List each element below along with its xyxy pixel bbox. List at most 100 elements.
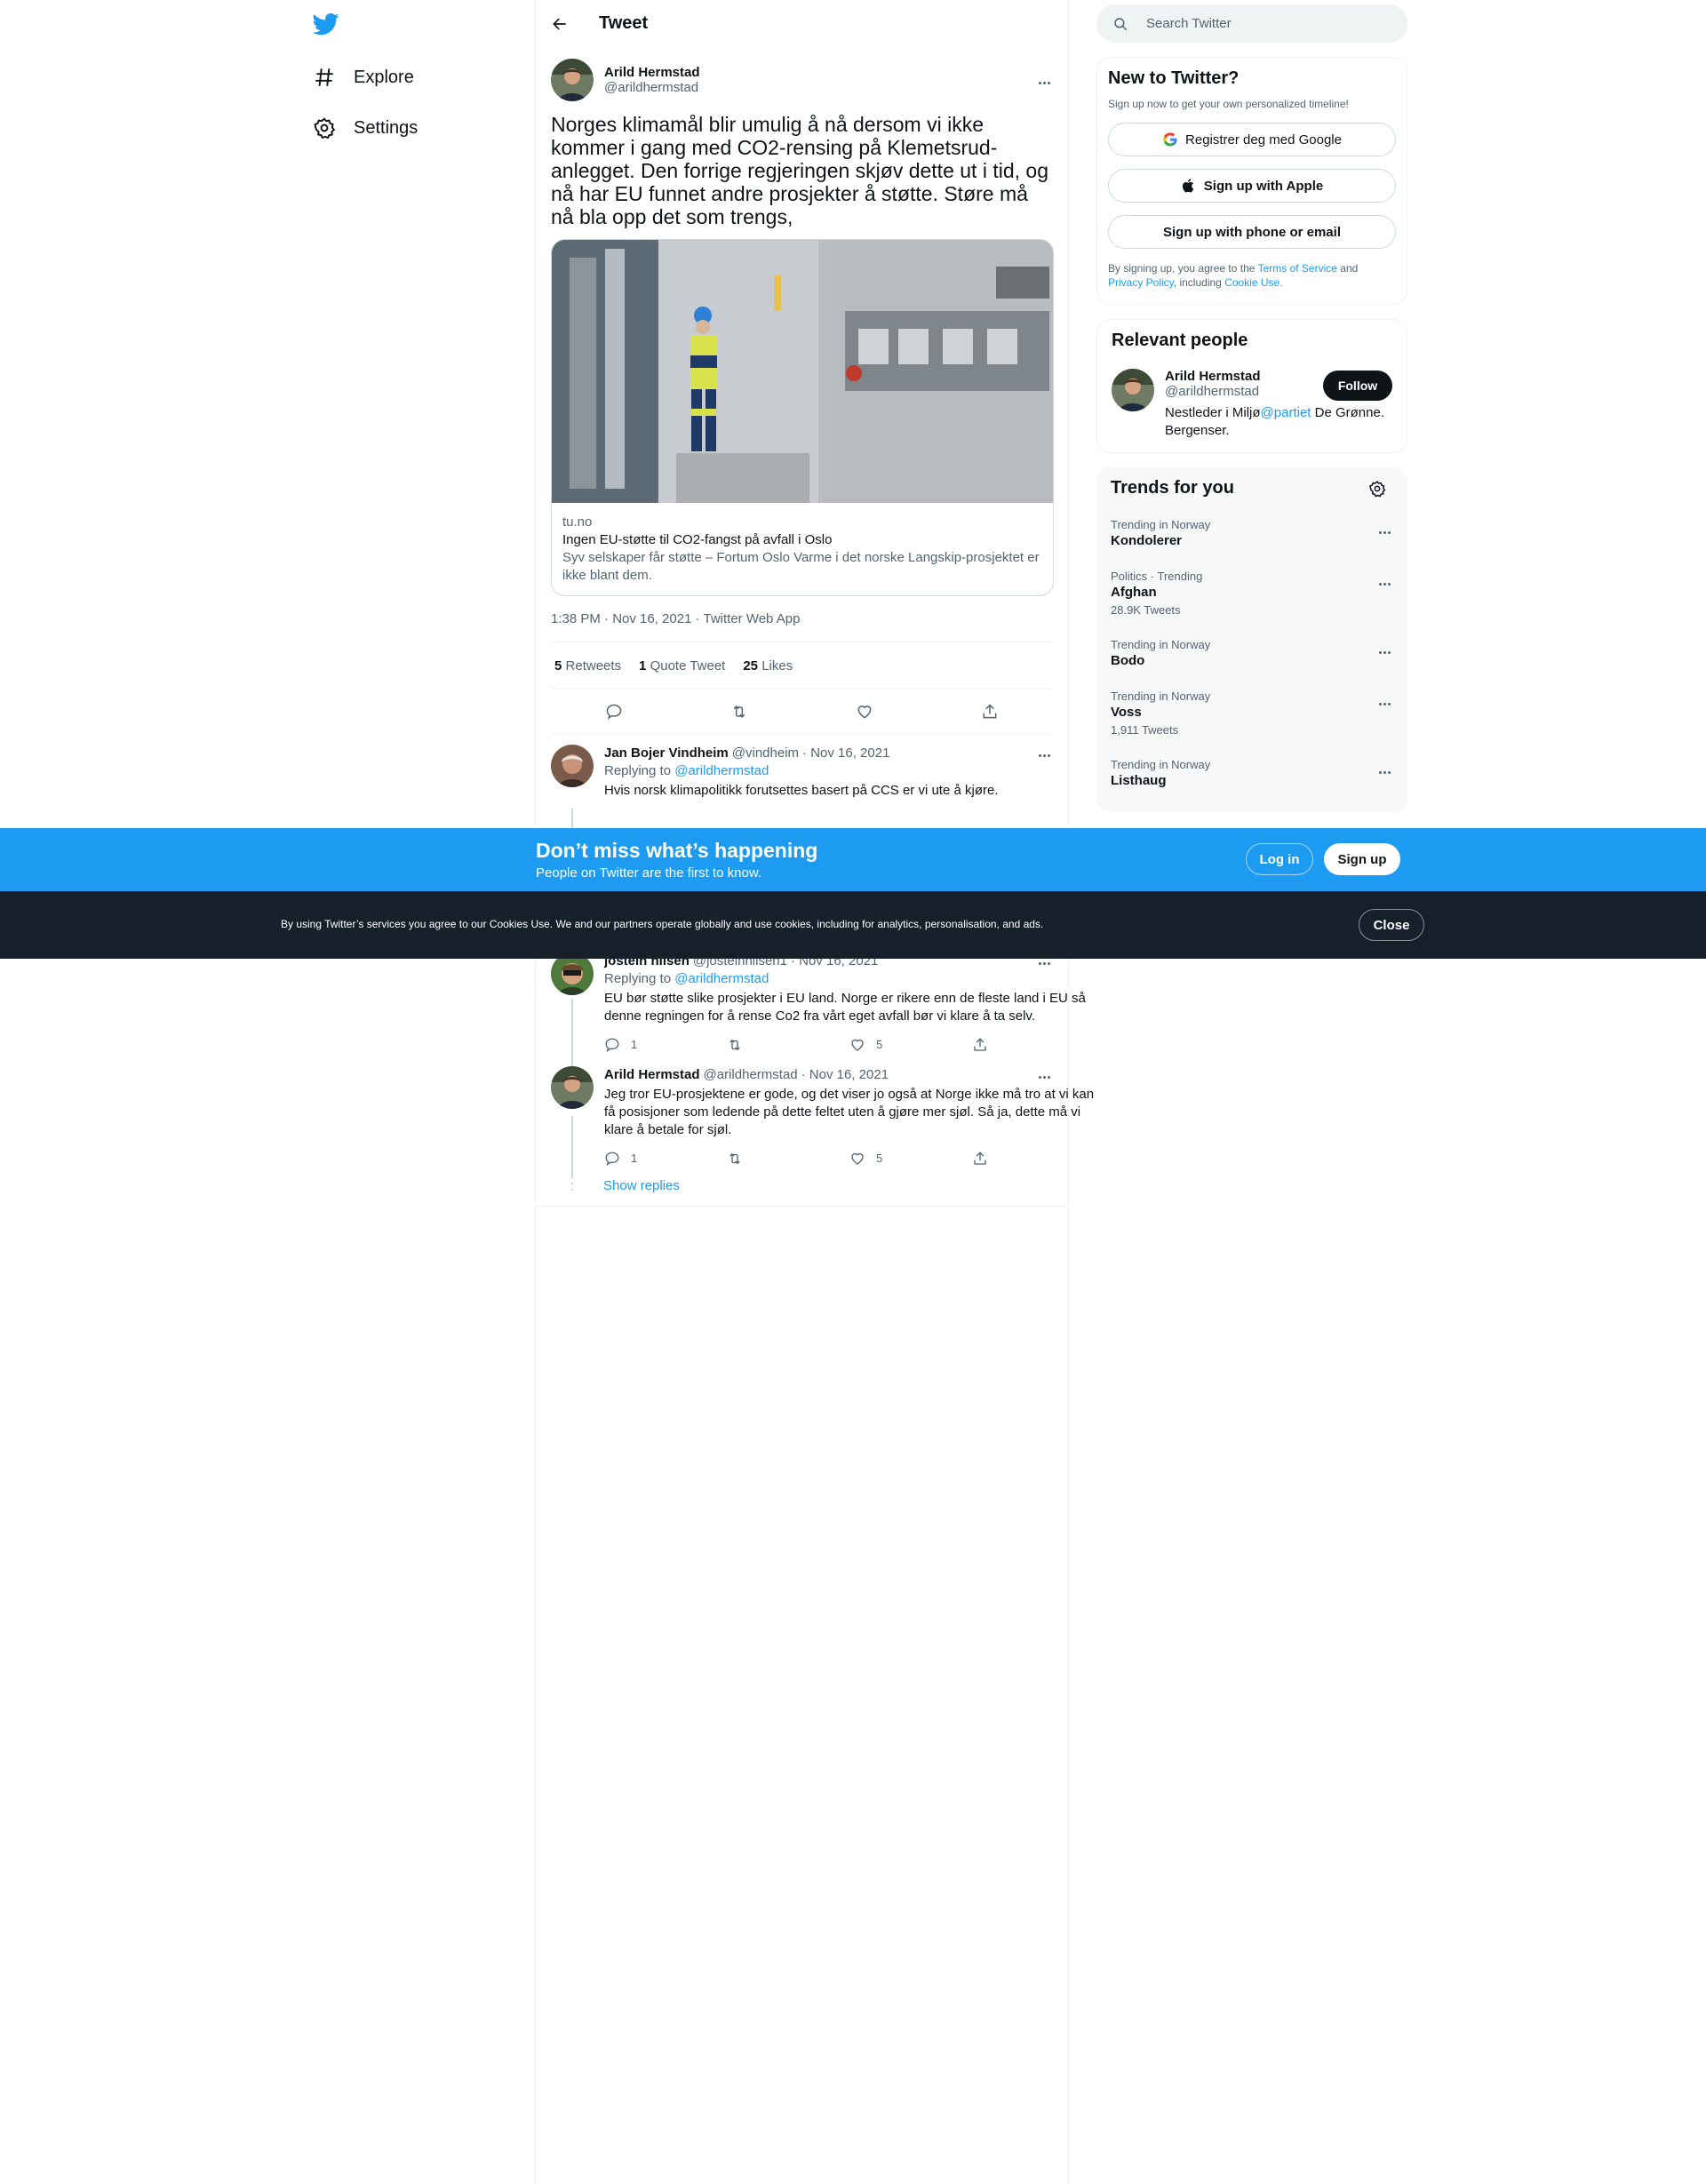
dont-miss-title: Don’t miss what’s happening <box>536 839 818 862</box>
right-sidebar: Search Twitter New to Twitter? Sign up n… <box>1096 0 1407 812</box>
main-header: Tweet <box>536 0 1068 47</box>
more-options-icon[interactable] <box>1035 1068 1053 1086</box>
likes-stat[interactable]: 25 Likes <box>743 658 793 674</box>
author-name[interactable]: Arild Hermstad <box>604 65 700 80</box>
retweets-stat[interactable]: 5 Retweets <box>554 658 621 674</box>
nav-explore[interactable]: Explore <box>313 60 414 95</box>
reply-icon[interactable] <box>605 703 623 721</box>
reply-author-handle[interactable]: @arildhermstad <box>704 1066 798 1084</box>
trend-count: 28.9K Tweets <box>1111 603 1181 617</box>
back-arrow-icon[interactable] <box>551 15 569 33</box>
more-options-icon[interactable] <box>1375 695 1393 713</box>
reply-text: Jeg tror EU-prosjektene er gode, og det … <box>604 1087 1095 1137</box>
login-button[interactable]: Log in <box>1246 843 1313 875</box>
replying-to-link[interactable]: @arildhermstad <box>674 763 769 778</box>
reply-tweet[interactable]: Jan Bojer Vindheim @vindheim · Nov 16, 2… <box>536 734 1068 809</box>
reply-author-name[interactable]: Arild Hermstad <box>604 1066 700 1084</box>
reply-tweet[interactable]: jostein nilsen @josteinnilsen1 · Nov 16,… <box>536 942 1086 1079</box>
tweet-timestamp[interactable]: 1:38 PM · Nov 16, 2021 · Twitter Web App <box>551 610 1053 642</box>
avatar[interactable] <box>551 745 594 787</box>
relevant-people-panel: Relevant people Arild Hermstad @arildher… <box>1096 319 1407 453</box>
replying-to: Replying to @arildhermstad <box>604 763 769 778</box>
reply-icon[interactable]: 1 <box>604 1036 727 1054</box>
signup-legal-text: By signing up, you agree to the Terms of… <box>1108 262 1359 289</box>
more-options-icon[interactable] <box>1035 746 1053 764</box>
share-icon[interactable] <box>981 703 999 721</box>
nav-settings[interactable]: Settings <box>313 110 418 146</box>
trend-count: 1,911 Tweets <box>1111 723 1179 737</box>
trend-name: Voss <box>1111 705 1142 720</box>
new-to-twitter-subtitle: Sign up now to get your own personalized… <box>1108 98 1349 110</box>
apple-signup-button[interactable]: Sign up with Apple <box>1108 169 1396 203</box>
apple-icon <box>1181 178 1197 194</box>
share-icon[interactable] <box>972 1037 1095 1053</box>
trend-item[interactable]: Trending in Norway Listhaug <box>1111 758 1393 788</box>
trends-settings-gear-icon[interactable] <box>1368 480 1386 498</box>
reply-author-handle[interactable]: @vindheim <box>732 745 799 762</box>
nav-settings-label: Settings <box>354 117 419 138</box>
follow-button[interactable]: Follow <box>1323 371 1392 401</box>
cookie-close-button[interactable]: Close <box>1359 909 1424 941</box>
reply-icon[interactable]: 1 <box>604 1150 727 1168</box>
link-card[interactable]: tu.no Ingen EU-støtte til CO2-fangst på … <box>551 239 1054 596</box>
reply-actions: 1 5 <box>604 1150 1095 1168</box>
retweet-icon[interactable] <box>727 1151 849 1167</box>
trend-name: Afghan <box>1111 585 1157 600</box>
like-icon[interactable]: 5 <box>849 1036 972 1054</box>
trend-item[interactable]: Trending in Norway Bodo <box>1111 638 1393 668</box>
reply-actions: 1 5 <box>604 1036 1095 1054</box>
trends-panel: Trends for you Trending in Norway Kondol… <box>1096 467 1407 812</box>
terms-of-service-link[interactable]: Terms of Service <box>1258 262 1337 275</box>
google-signup-button[interactable]: Registrer deg med Google <box>1108 123 1396 156</box>
privacy-policy-link[interactable]: Privacy Policy <box>1108 276 1174 289</box>
retweet-icon[interactable] <box>730 703 748 721</box>
signup-button[interactable]: Sign up <box>1324 843 1400 875</box>
tweet-actions <box>551 689 1053 734</box>
reply-author-name[interactable]: Jan Bojer Vindheim <box>604 745 729 762</box>
card-domain: tu.no <box>562 514 593 530</box>
share-icon[interactable] <box>972 1151 1095 1167</box>
main-column: Tweet Arild Hermstad @arildhermstad Norg… <box>535 0 1094 2184</box>
twitter-logo-icon[interactable] <box>313 11 339 37</box>
person-bio: Nestleder i Miljø@partiet De Grønne. Ber… <box>1165 405 1384 438</box>
more-options-icon[interactable] <box>1035 74 1053 92</box>
avatar[interactable] <box>551 59 594 101</box>
more-options-icon[interactable] <box>1375 763 1393 781</box>
dont-miss-banner: Don’t miss what’s happening People on Tw… <box>0 828 1706 891</box>
replying-to: Replying to @arildhermstad <box>604 971 769 986</box>
tweet-author: Arild Hermstad @arildhermstad <box>551 58 1053 102</box>
hash-icon <box>313 66 336 89</box>
like-icon[interactable] <box>856 703 873 721</box>
avatar[interactable] <box>551 953 594 995</box>
trends-title: Trends for you <box>1111 478 1234 498</box>
show-replies-link[interactable]: Show replies <box>536 1171 1068 1207</box>
card-image <box>552 240 1053 503</box>
avatar[interactable] <box>1112 369 1154 411</box>
reply-date[interactable]: · Nov 16, 2021 <box>802 745 889 762</box>
replying-to-link[interactable]: @arildhermstad <box>674 971 769 986</box>
like-icon[interactable]: 5 <box>849 1150 972 1168</box>
more-options-icon[interactable] <box>1375 523 1393 541</box>
search-box[interactable]: Search Twitter <box>1096 4 1407 43</box>
avatar[interactable] <box>551 1066 594 1109</box>
card-title: Ingen EU-støtte til CO2-fangst på avfall… <box>562 532 833 547</box>
trend-item[interactable]: Trending in Norway Kondolerer <box>1111 518 1393 548</box>
cookie-use-link[interactable]: Cookie Use. <box>1224 276 1282 289</box>
relevant-person[interactable]: Arild Hermstad @arildhermstad Nestleder … <box>1112 369 1392 440</box>
quote-tweets-stat[interactable]: 1 Quote Tweet <box>639 658 725 674</box>
reply-text: EU bør støtte slike prosjekter i EU land… <box>604 991 1086 1024</box>
nav-explore-label: Explore <box>354 67 414 87</box>
reply-tweet[interactable]: Arild Hermstad @arildhermstad · Nov 16, … <box>536 1059 1094 1178</box>
reply-date[interactable]: · Nov 16, 2021 <box>801 1066 889 1084</box>
tweet-stats: 5 Retweets 1 Quote Tweet 25 Likes <box>551 642 1053 689</box>
retweet-icon[interactable] <box>727 1037 849 1053</box>
trend-item[interactable]: Politics · Trending Afghan 28.9K Tweets <box>1111 570 1393 617</box>
search-icon <box>1112 16 1128 32</box>
phone-email-signup-button[interactable]: Sign up with phone or email <box>1108 215 1396 249</box>
more-options-icon[interactable] <box>1375 643 1393 661</box>
author-handle[interactable]: @arildhermstad <box>604 80 700 95</box>
more-options-icon[interactable] <box>1375 575 1393 593</box>
google-icon <box>1162 132 1178 147</box>
trend-item[interactable]: Trending in Norway Voss 1,911 Tweets <box>1111 689 1393 737</box>
bio-mention-link[interactable]: @partiet <box>1261 405 1311 420</box>
